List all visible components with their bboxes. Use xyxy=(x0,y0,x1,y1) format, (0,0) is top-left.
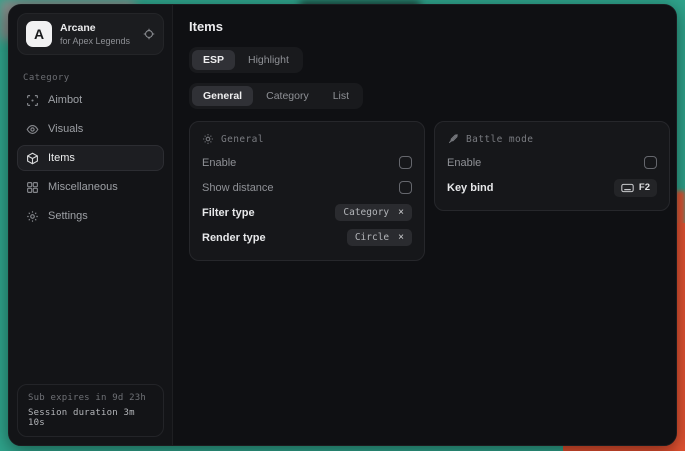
enable-label: Enable xyxy=(202,157,236,169)
battle-enable-checkbox[interactable] xyxy=(644,156,657,169)
battle-mode-panel-header: Battle mode xyxy=(447,133,657,145)
enable-row: Enable xyxy=(202,150,412,175)
app-logo: A xyxy=(26,21,52,47)
tab-category[interactable]: Category xyxy=(255,86,320,106)
sidebar-item-label: Visuals xyxy=(48,123,83,135)
app-window: A Arcane for Apex Legends Category xyxy=(8,4,677,446)
subscription-card: Sub expires in 9d 23h Session duration 3… xyxy=(17,384,164,437)
sidebar-item-settings[interactable]: Settings xyxy=(17,203,164,229)
mode-tab-group: ESP Highlight xyxy=(189,47,303,73)
filter-type-value: Category xyxy=(343,207,389,218)
sidebar-item-items[interactable]: Items xyxy=(17,145,164,171)
sidebar: A Arcane for Apex Legends Category xyxy=(9,5,173,445)
sun-icon xyxy=(202,133,214,145)
tab-list[interactable]: List xyxy=(322,86,360,106)
general-panel-title: General xyxy=(221,134,264,145)
sub-expires-text: Sub expires in 9d 23h xyxy=(28,393,153,403)
sidebar-item-label: Aimbot xyxy=(48,94,82,106)
sidebar-item-label: Items xyxy=(48,152,75,164)
panels-row: General Enable Show distance Filter type… xyxy=(189,121,670,261)
grid-icon xyxy=(26,181,39,194)
show-distance-checkbox[interactable] xyxy=(399,181,412,194)
render-type-chip[interactable]: Circle × xyxy=(347,229,412,246)
sidebar-item-label: Settings xyxy=(48,210,88,222)
general-panel-header: General xyxy=(202,133,412,145)
session-duration-text: Session duration 3m 10s xyxy=(28,408,153,428)
eye-icon xyxy=(26,123,39,136)
key-bind-label: Key bind xyxy=(447,182,493,194)
gear-icon xyxy=(26,210,39,223)
sidebar-item-miscellaneous[interactable]: Miscellaneous xyxy=(17,174,164,200)
tab-highlight[interactable]: Highlight xyxy=(237,50,300,70)
main-content: Items ESP Highlight General Category Lis… xyxy=(173,5,677,445)
target-icon[interactable] xyxy=(143,28,155,40)
render-type-value: Circle xyxy=(355,232,389,243)
sidebar-item-label: Miscellaneous xyxy=(48,181,118,193)
tab-general[interactable]: General xyxy=(192,86,253,106)
keyboard-icon xyxy=(621,183,634,193)
view-tab-group: General Category List xyxy=(189,83,363,109)
battle-enable-row: Enable xyxy=(447,150,657,175)
sidebar-nav: Aimbot Visuals Items xyxy=(9,87,172,229)
filter-type-row: Filter type Category × xyxy=(202,200,412,225)
filter-type-chip[interactable]: Category × xyxy=(335,204,412,221)
sidebar-item-aimbot[interactable]: Aimbot xyxy=(17,87,164,113)
enable-checkbox[interactable] xyxy=(399,156,412,169)
close-icon[interactable]: × xyxy=(398,208,404,218)
app-subtitle: for Apex Legends xyxy=(60,36,135,46)
render-type-row: Render type Circle × xyxy=(202,225,412,250)
sword-icon xyxy=(447,133,459,145)
close-icon[interactable]: × xyxy=(398,233,404,243)
battle-mode-panel: Battle mode Enable Key bind xyxy=(434,121,670,211)
key-bind-button[interactable]: F2 xyxy=(614,179,657,197)
render-type-label: Render type xyxy=(202,232,266,244)
key-bind-value: F2 xyxy=(639,182,650,193)
app-name: Arcane xyxy=(60,22,135,34)
sidebar-section-label: Category xyxy=(23,73,158,83)
battle-enable-label: Enable xyxy=(447,157,481,169)
crosshair-icon xyxy=(26,94,39,107)
page-title: Items xyxy=(189,19,670,34)
show-distance-row: Show distance xyxy=(202,175,412,200)
sidebar-item-visuals[interactable]: Visuals xyxy=(17,116,164,142)
brand-text: Arcane for Apex Legends xyxy=(60,22,135,46)
filter-type-label: Filter type xyxy=(202,207,255,219)
tab-esp[interactable]: ESP xyxy=(192,50,235,70)
general-panel: General Enable Show distance Filter type… xyxy=(189,121,425,261)
key-bind-row: Key bind F2 xyxy=(447,175,657,200)
show-distance-label: Show distance xyxy=(202,182,274,194)
cube-icon xyxy=(26,152,39,165)
brand-card: A Arcane for Apex Legends xyxy=(17,13,164,55)
battle-mode-panel-title: Battle mode xyxy=(466,134,533,145)
